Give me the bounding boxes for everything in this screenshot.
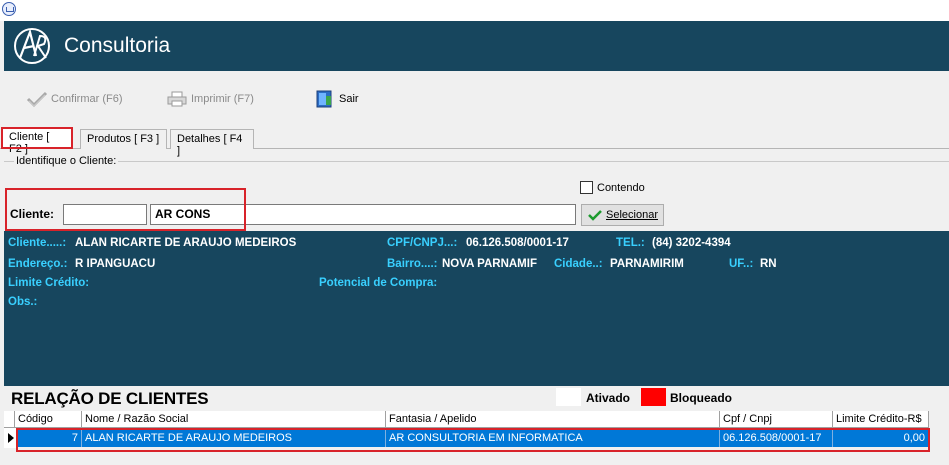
print-label: Imprimir (F7) xyxy=(191,93,254,105)
app-title: Consultoria xyxy=(64,34,171,57)
contendo-label: Contendo xyxy=(597,181,645,194)
table-row-cell-limite[interactable]: 0,00 xyxy=(833,430,929,447)
table-row-cell-fantasia[interactable]: AR CONSULTORIA EM INFORMATICA xyxy=(386,430,720,447)
tel-value: (84) 3202-4394 xyxy=(652,237,731,249)
cpf-label: CPF/CNPJ...: xyxy=(387,237,458,249)
tab-produtos[interactable]: Produtos [ F3 ] xyxy=(80,129,167,149)
select-label: Selecionar xyxy=(606,209,658,221)
client-code-input[interactable] xyxy=(63,204,147,225)
table-row-cell-cpf[interactable]: 06.126.508/0001-17 xyxy=(720,430,833,447)
toolbar: Confirmar (F6) Imprimir (F7) Sair xyxy=(4,71,949,125)
identify-group-label: Identifique o Cliente: xyxy=(14,155,119,167)
bloqueado-swatch xyxy=(641,388,666,406)
exit-button[interactable]: Sair xyxy=(314,88,359,110)
table-row-cell-nome[interactable]: ALAN RICARTE DE ARAUJO MEDEIROS xyxy=(82,430,386,447)
print-button[interactable]: Imprimir (F7) xyxy=(166,88,254,110)
cliente-info-label: Cliente.....: xyxy=(8,237,67,249)
col-header-fantasia[interactable]: Fantasia / Apelido xyxy=(386,411,720,428)
cidade-value: PARNAMIRIM xyxy=(610,258,684,270)
row-indicator-icon xyxy=(4,428,18,448)
endereco-label: Endereço.: xyxy=(8,258,68,270)
contendo-checkbox[interactable]: Contendo xyxy=(580,181,645,194)
cart-icon xyxy=(2,2,16,16)
col-header-nome[interactable]: Nome / Razão Social xyxy=(82,411,386,428)
client-list-title: RELAÇÃO DE CLIENTES xyxy=(11,389,209,408)
green-check-icon xyxy=(588,210,602,221)
uf-label: UF..: xyxy=(729,258,754,270)
potencial-label: Potencial de Compra: xyxy=(319,277,438,289)
ativado-label: Ativado xyxy=(586,391,631,405)
exit-label: Sair xyxy=(339,93,359,105)
app-header: Consultoria xyxy=(4,21,949,71)
cliente-info-value: ALAN RICARTE DE ARAUJO MEDEIROS xyxy=(75,237,297,249)
cliente-label: Cliente: xyxy=(10,207,55,221)
clients-grid: Código Nome / Razão Social Fantasia / Ap… xyxy=(4,411,949,465)
cidade-label: Cidade..: xyxy=(554,258,603,270)
ar-logo-icon xyxy=(14,28,50,64)
window-titlebar xyxy=(0,0,949,21)
check-icon xyxy=(26,91,48,108)
endereco-value: R IPANGUACU xyxy=(75,258,156,270)
bloqueado-label: Bloqueado xyxy=(670,391,732,405)
printer-icon xyxy=(167,91,187,107)
tel-label: TEL.: xyxy=(616,237,645,249)
obs-label: Obs.: xyxy=(8,296,38,308)
group-divider xyxy=(4,161,949,162)
tab-cliente[interactable]: Cliente [ F2 ] xyxy=(2,127,72,155)
select-button[interactable]: Selecionar xyxy=(581,204,664,226)
tab-detalhes[interactable]: Detalhes [ F4 ] xyxy=(170,129,254,157)
ativado-swatch xyxy=(556,388,581,406)
uf-value: RN xyxy=(760,258,777,270)
exit-door-icon xyxy=(316,90,332,108)
limite-label: Limite Crédito: xyxy=(8,277,90,289)
checkbox-box[interactable] xyxy=(580,181,593,194)
col-header-limite[interactable]: Limite Crédito-R$ xyxy=(833,411,929,428)
confirm-button[interactable]: Confirmar (F6) xyxy=(26,88,123,110)
bairro-label: Bairro....: xyxy=(387,258,438,270)
col-header-codigo[interactable]: Código xyxy=(15,411,82,428)
client-name-input[interactable]: AR CONS xyxy=(150,204,576,225)
cpf-value: 06.126.508/0001-17 xyxy=(466,237,569,249)
confirm-label: Confirmar (F6) xyxy=(51,93,123,105)
table-row-cell-codigo[interactable]: 7 xyxy=(18,430,82,447)
bairro-value: NOVA PARNAMIF xyxy=(442,258,537,270)
col-header-cpf[interactable]: Cpf / Cnpj xyxy=(720,411,833,428)
grid-corner xyxy=(4,411,15,428)
client-info-panel: Cliente.....: ALAN RICARTE DE ARAUJO MED… xyxy=(4,231,949,386)
tab-strip: Cliente [ F2 ] Produtos [ F3 ] Detalhes … xyxy=(0,127,949,157)
